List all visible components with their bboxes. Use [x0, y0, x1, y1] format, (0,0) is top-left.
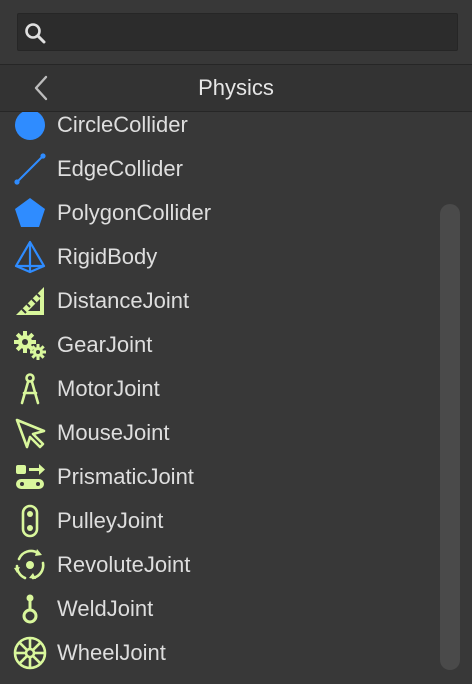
list-item-pulleyjoint[interactable]: PulleyJoint [0, 498, 430, 542]
list-item-label: PolygonCollider [57, 200, 212, 225]
distance-joint-icon [16, 287, 44, 315]
list-item-edgecollider[interactable]: EdgeCollider [0, 146, 430, 190]
list-item-circlecollider[interactable]: CircleCollider [0, 112, 430, 146]
search-box[interactable] [17, 13, 458, 52]
mouse-joint-icon [15, 418, 46, 449]
list-item-prismaticjoint[interactable]: PrismaticJoint [0, 454, 430, 498]
list-item-polygoncollider[interactable]: PolygonCollider [0, 190, 430, 234]
list-item-label: EdgeCollider [57, 156, 183, 181]
pulley-joint-icon [21, 504, 39, 538]
list-item-mousejoint[interactable]: MouseJoint [0, 410, 430, 454]
list-item-label: RevoluteJoint [57, 552, 191, 577]
motor-joint-icon [20, 373, 40, 405]
wheel-joint-icon [13, 636, 47, 670]
list-item-revolutejoint[interactable]: RevoluteJoint [0, 542, 430, 586]
list-item-label: RigidBody [57, 244, 158, 269]
list-item-label: WeldJoint [57, 596, 154, 621]
list-item-gearjoint[interactable]: GearJoint [0, 322, 430, 366]
list-item-label: WheelJoint [57, 640, 166, 665]
component-list: CircleCollider EdgeCollider PolygonColli… [0, 112, 472, 684]
list-item-label: DistanceJoint [57, 288, 190, 313]
list-item-distancejoint[interactable]: DistanceJoint [0, 278, 430, 322]
search-bar [0, 0, 472, 64]
list-item-label: MotorJoint [57, 376, 160, 401]
list-item-motorjoint[interactable]: MotorJoint [0, 366, 430, 410]
page-title: Physics [198, 75, 274, 100]
list-item-wheeljoint[interactable]: WheelJoint [0, 630, 430, 674]
list-item-label: MouseJoint [57, 420, 170, 445]
polygon-collider-icon [15, 198, 45, 227]
search-input[interactable] [54, 14, 458, 52]
rigidbody-icon [14, 240, 46, 274]
weld-joint-icon [22, 594, 38, 624]
list-item-label: GearJoint [57, 332, 153, 357]
list-item-label: CircleCollider [57, 112, 188, 137]
list-item-rigidbody[interactable]: RigidBody [0, 234, 430, 278]
scrollbar-thumb[interactable] [440, 204, 460, 670]
list-item-label: PulleyJoint [57, 508, 164, 533]
panel-header: Physics [0, 64, 472, 112]
search-icon [25, 23, 46, 44]
circle-collider-icon [15, 112, 45, 140]
list-item-weldjoint[interactable]: WeldJoint [0, 586, 430, 630]
revolute-joint-icon [14, 549, 45, 580]
list-item-label: PrismaticJoint [57, 464, 194, 489]
edge-collider-icon [14, 153, 46, 185]
gear-joint-icon [14, 331, 46, 360]
prismatic-joint-icon [16, 464, 45, 489]
